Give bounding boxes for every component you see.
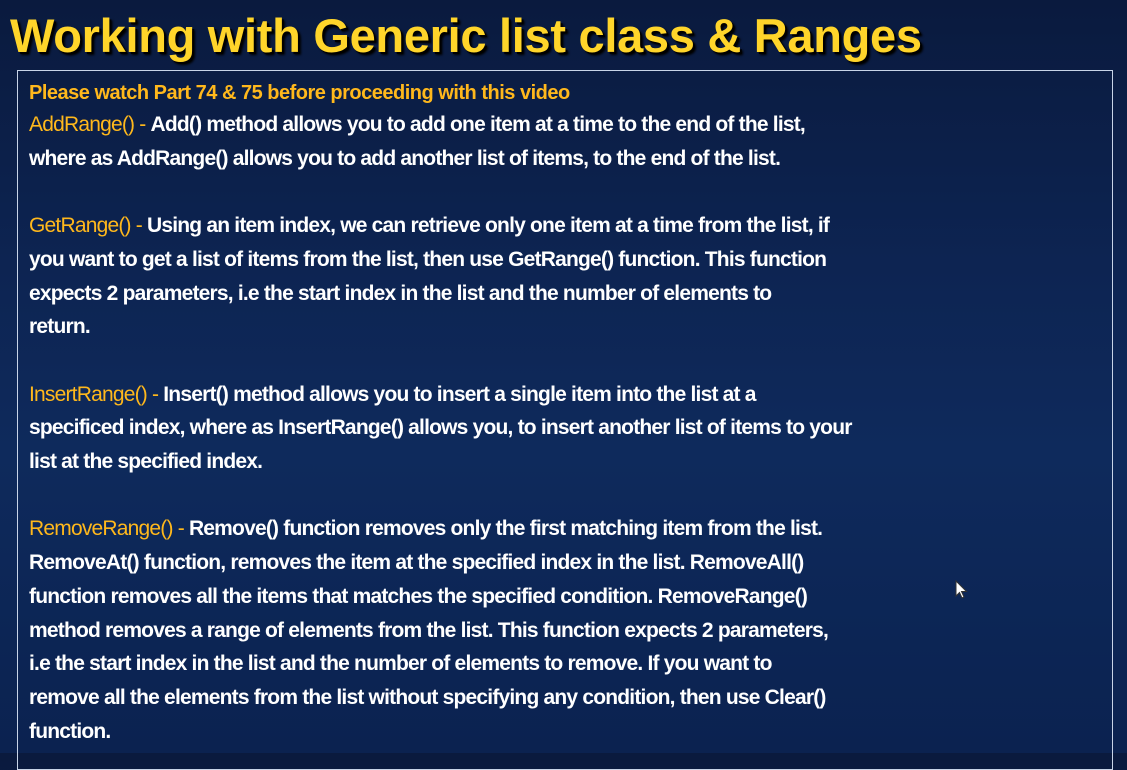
section-text: remove all the elements from the list wi…	[29, 685, 826, 709]
section-text: list at the specified index.	[29, 450, 263, 473]
section-text: function.	[29, 719, 111, 743]
section-addrange: AddRange() - Add() method allows you to …	[29, 108, 1114, 175]
section-text: i.e the start index in the list and the …	[29, 652, 772, 676]
section-text: function removes all the items that matc…	[29, 584, 808, 608]
term-addrange: AddRange() -	[29, 113, 151, 136]
term-insertrange: InsertRange() -	[29, 382, 164, 406]
section-text: Using an item index, we can retrieve onl…	[146, 214, 830, 238]
section-removerange: RemoveRange() - Remove() function remove…	[29, 512, 1114, 748]
section-text: method removes a range of elements from …	[29, 618, 829, 642]
section-text: RemoveAt() function, removes the item at…	[29, 551, 804, 575]
section-insertrange: InsertRange() - Insert() method allows y…	[29, 378, 1114, 479]
term-getrange: GetRange() -	[29, 214, 147, 238]
section-text: expects 2 parameters, i.e the start inde…	[29, 281, 772, 305]
section-text: Insert() method allows you to insert a s…	[163, 382, 756, 406]
section-text: Add() method allows you to add one item …	[150, 113, 806, 136]
section-line: RemoveRange() - Remove() function remove…	[29, 512, 1114, 546]
section-line: InsertRange() - Insert() method allows y…	[29, 378, 1114, 412]
slide-title: Working with Generic list class & Ranges	[10, 9, 922, 62]
intro-note: Please watch Part 74 & 75 before proceed…	[29, 82, 570, 104]
section-line: GetRange() - Using an item index, we can…	[29, 209, 1114, 243]
section-text: you want to get a list of items from the…	[29, 247, 827, 271]
term-removerange: RemoveRange() -	[29, 517, 189, 541]
section-text: return.	[29, 315, 91, 339]
section-getrange: GetRange() - Using an item index, we can…	[29, 209, 1114, 344]
section-text: where as AddRange() allows you to add an…	[29, 146, 781, 170]
section-line: AddRange() - Add() method allows you to …	[29, 108, 1114, 142]
section-text: specificed index, where as InsertRange()…	[29, 416, 852, 440]
slide-content: Please watch Part 74 & 75 before proceed…	[29, 78, 1114, 748]
section-text: Remove() function removes only the first…	[188, 517, 823, 541]
